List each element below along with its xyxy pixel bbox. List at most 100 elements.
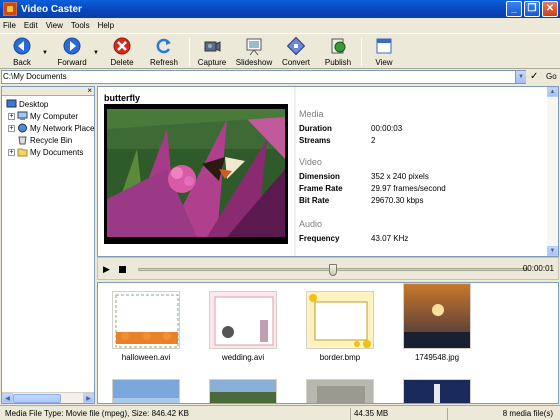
bitrate-value: 29670.30 kbps bbox=[371, 196, 424, 205]
thumbnail-border[interactable] bbox=[306, 291, 374, 349]
scroll-down-icon[interactable]: ▼ bbox=[547, 246, 558, 256]
expand-icon[interactable]: + bbox=[8, 148, 15, 156]
address-input[interactable]: C:\My Documents bbox=[1, 70, 526, 84]
capture-button[interactable]: Capture bbox=[190, 36, 234, 67]
bitrate-label: Bit Rate bbox=[299, 196, 330, 205]
preview-vertical-scrollbar[interactable]: ▲ ▼ bbox=[547, 87, 558, 256]
recycle-bin-icon bbox=[18, 136, 27, 145]
refresh-icon bbox=[154, 36, 174, 56]
folder-icon bbox=[17, 148, 28, 157]
seek-bar[interactable] bbox=[138, 264, 528, 276]
status-size: 44.35 MB bbox=[350, 408, 446, 420]
camera-icon bbox=[202, 36, 222, 56]
tree-item-desktop[interactable]: Desktop bbox=[6, 99, 48, 109]
title-bar: Video Caster _ ❐ ✕ bbox=[0, 0, 560, 18]
scroll-thumb[interactable] bbox=[13, 394, 61, 403]
tree-item-my-documents[interactable]: + My Documents bbox=[8, 147, 83, 157]
dimension-value: 352 x 240 pixels bbox=[371, 172, 429, 181]
folder-tree: × Desktop + My Computer + My Network Pla… bbox=[1, 86, 95, 404]
seek-thumb[interactable] bbox=[329, 264, 337, 276]
stop-icon[interactable] bbox=[119, 266, 126, 273]
back-dropdown-icon[interactable]: ▼ bbox=[42, 50, 48, 56]
audio-section-header: Audio bbox=[299, 219, 323, 229]
duration-label: Duration bbox=[299, 124, 332, 133]
view-icon bbox=[374, 36, 394, 56]
info-divider bbox=[294, 87, 296, 256]
tree-item-my-computer[interactable]: + My Computer bbox=[8, 111, 78, 121]
menu-edit[interactable]: Edit bbox=[24, 21, 38, 30]
go-button[interactable]: Go bbox=[546, 72, 557, 81]
network-icon bbox=[18, 123, 27, 133]
thumbnail-label: wedding.avi bbox=[221, 353, 265, 362]
delete-button[interactable]: Delete bbox=[100, 36, 144, 67]
thumbnail-label: halloween.avi bbox=[121, 353, 171, 362]
frequency-value: 43.07 KHz bbox=[371, 234, 409, 243]
computer-icon bbox=[17, 111, 28, 120]
back-button[interactable]: Back bbox=[0, 36, 44, 67]
address-bar: C:\My Documents ▼ ✓ Go bbox=[0, 70, 560, 85]
thumbnail-sky[interactable] bbox=[112, 379, 180, 403]
frequency-label: Frequency bbox=[299, 234, 340, 243]
slideshow-button[interactable]: Slideshow bbox=[232, 36, 276, 67]
thumbnail-halloween[interactable] bbox=[112, 291, 180, 349]
refresh-button[interactable]: Refresh bbox=[142, 36, 186, 67]
checkmark-icon[interactable]: ✓ bbox=[530, 71, 538, 82]
preview-pane: butterfly Media Duration 00:00:03 Stream… bbox=[97, 86, 559, 257]
menu-tools[interactable]: Tools bbox=[71, 21, 90, 30]
player-controls: ▶ 00:00:01 bbox=[97, 257, 559, 280]
scroll-up-icon[interactable]: ▲ bbox=[547, 87, 558, 97]
back-arrow-icon bbox=[12, 36, 32, 56]
butterfly-video-frame bbox=[107, 109, 285, 237]
video-player[interactable] bbox=[104, 104, 288, 244]
tree-header: × bbox=[2, 86, 94, 96]
media-section-header: Media bbox=[299, 109, 324, 119]
thumbnail-label: 1749548.jpg bbox=[414, 353, 460, 362]
thumbnail-night[interactable] bbox=[403, 379, 471, 403]
toolbar: Back ▼ Forward ▼ Delete Refresh Capture … bbox=[0, 33, 560, 69]
framerate-label: Frame Rate bbox=[299, 184, 343, 193]
thumbnail-forest[interactable] bbox=[209, 379, 277, 403]
preview-title: butterfly bbox=[104, 93, 140, 103]
thumbnail-wedding[interactable] bbox=[209, 291, 277, 349]
app-icon bbox=[3, 2, 17, 16]
play-icon[interactable]: ▶ bbox=[103, 264, 110, 275]
window-title: Video Caster bbox=[21, 3, 82, 15]
delete-icon bbox=[112, 36, 132, 56]
close-button[interactable]: ✕ bbox=[542, 1, 558, 17]
tree-item-recycle-bin[interactable]: Recycle Bin bbox=[17, 135, 72, 145]
thumbnail-label: border.bmp bbox=[319, 353, 361, 362]
convert-icon bbox=[286, 36, 306, 56]
menu-file[interactable]: File bbox=[3, 21, 16, 30]
convert-button[interactable]: Convert bbox=[274, 36, 318, 67]
publish-button[interactable]: Publish bbox=[316, 36, 360, 67]
forward-button[interactable]: Forward bbox=[50, 36, 94, 67]
playback-time: 00:00:01 bbox=[522, 264, 554, 273]
close-pane-icon[interactable]: × bbox=[87, 86, 92, 95]
dimension-label: Dimension bbox=[299, 172, 340, 181]
thumbnail-1749548[interactable] bbox=[403, 283, 471, 349]
tree-item-network[interactable]: + My Network Place bbox=[8, 123, 94, 133]
scroll-right-icon[interactable]: ▶ bbox=[83, 393, 94, 403]
video-section-header: Video bbox=[299, 157, 322, 167]
forward-arrow-icon bbox=[62, 36, 82, 56]
thumbnail-hall[interactable] bbox=[306, 379, 374, 403]
expand-icon[interactable]: + bbox=[8, 112, 15, 120]
desktop-icon bbox=[6, 99, 17, 108]
menu-bar: File Edit View Tools Help bbox=[0, 18, 560, 32]
minimize-button[interactable]: _ bbox=[506, 1, 522, 17]
media-info: Media Duration 00:00:03 Streams 2 Video … bbox=[299, 87, 549, 256]
address-dropdown-icon[interactable]: ▼ bbox=[515, 71, 526, 83]
expand-icon[interactable]: + bbox=[8, 124, 15, 132]
restore-button[interactable]: ❐ bbox=[524, 1, 540, 17]
forward-dropdown-icon[interactable]: ▼ bbox=[93, 50, 99, 56]
scroll-left-icon[interactable]: ◀ bbox=[2, 393, 13, 403]
menu-help[interactable]: Help bbox=[98, 21, 114, 30]
status-file-type: Media File Type: Movie file (mpeg), Size… bbox=[5, 409, 189, 418]
publish-icon bbox=[328, 36, 348, 56]
duration-value: 00:00:03 bbox=[371, 124, 403, 133]
view-button[interactable]: View bbox=[362, 36, 406, 67]
menu-view[interactable]: View bbox=[46, 21, 63, 30]
streams-value: 2 bbox=[371, 136, 376, 145]
tree-horizontal-scrollbar[interactable]: ◀ ▶ bbox=[2, 392, 94, 403]
thumbnail-grid: halloween.avi wedding.avi border.bmp 174… bbox=[97, 282, 559, 404]
